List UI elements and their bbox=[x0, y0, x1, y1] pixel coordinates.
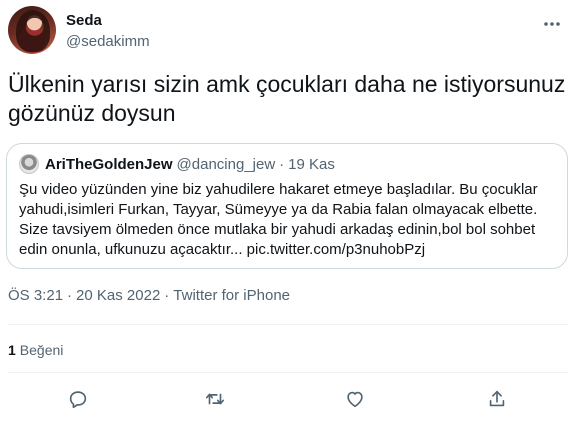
tweet-header: Seda @sedakimm bbox=[8, 6, 568, 62]
quoted-tweet[interactable]: AriTheGoldenJew @dancing_jew · 19 Kas Şu… bbox=[6, 143, 568, 269]
tweet-text: Ülkenin yarısı sizin amk çocukları daha … bbox=[8, 71, 566, 126]
action-bar bbox=[8, 386, 568, 412]
likes-label: Beğeni bbox=[19, 342, 64, 358]
quoted-author-avatar bbox=[19, 154, 39, 174]
more-options-button[interactable] bbox=[542, 14, 562, 34]
meta-separator: · bbox=[67, 287, 73, 304]
reply-button[interactable] bbox=[65, 386, 91, 412]
divider bbox=[8, 324, 568, 325]
more-dots-icon bbox=[544, 22, 560, 26]
avatar-photo bbox=[16, 10, 50, 52]
author-name[interactable]: Seda bbox=[66, 12, 102, 29]
quoted-author-handle: @dancing_jew bbox=[176, 155, 276, 173]
like-icon bbox=[347, 391, 363, 408]
quoted-tweet-text: Şu video yüzünden yine biz yahudilere ha… bbox=[19, 181, 538, 258]
reply-icon bbox=[69, 391, 87, 409]
author-avatar[interactable] bbox=[8, 6, 56, 54]
likes-stat[interactable]: 1 Beğeni bbox=[8, 342, 63, 358]
likes-count: 1 bbox=[8, 342, 16, 358]
quoted-author-name: AriTheGoldenJew bbox=[45, 155, 173, 173]
tweet-date[interactable]: 20 Kas 2022 bbox=[76, 287, 160, 304]
share-icon bbox=[489, 390, 505, 407]
quoted-tweet-header: AriTheGoldenJew @dancing_jew · 19 Kas bbox=[19, 154, 335, 174]
meta-separator: · bbox=[164, 287, 170, 304]
quoted-date: 19 Kas bbox=[288, 155, 335, 173]
tweet-meta: ÖS 3:21 · 20 Kas 2022 · Twitter for iPhone bbox=[8, 287, 290, 304]
divider bbox=[8, 372, 568, 373]
retweet-icon bbox=[205, 393, 225, 405]
like-button[interactable] bbox=[342, 386, 368, 412]
tweet-source[interactable]: Twitter for iPhone bbox=[173, 287, 290, 304]
tweet-time[interactable]: ÖS 3:21 bbox=[8, 287, 63, 304]
share-button[interactable] bbox=[484, 386, 510, 412]
quoted-separator: · bbox=[279, 155, 285, 173]
retweet-button[interactable] bbox=[202, 386, 228, 412]
author-handle[interactable]: @sedakimm bbox=[66, 33, 150, 50]
